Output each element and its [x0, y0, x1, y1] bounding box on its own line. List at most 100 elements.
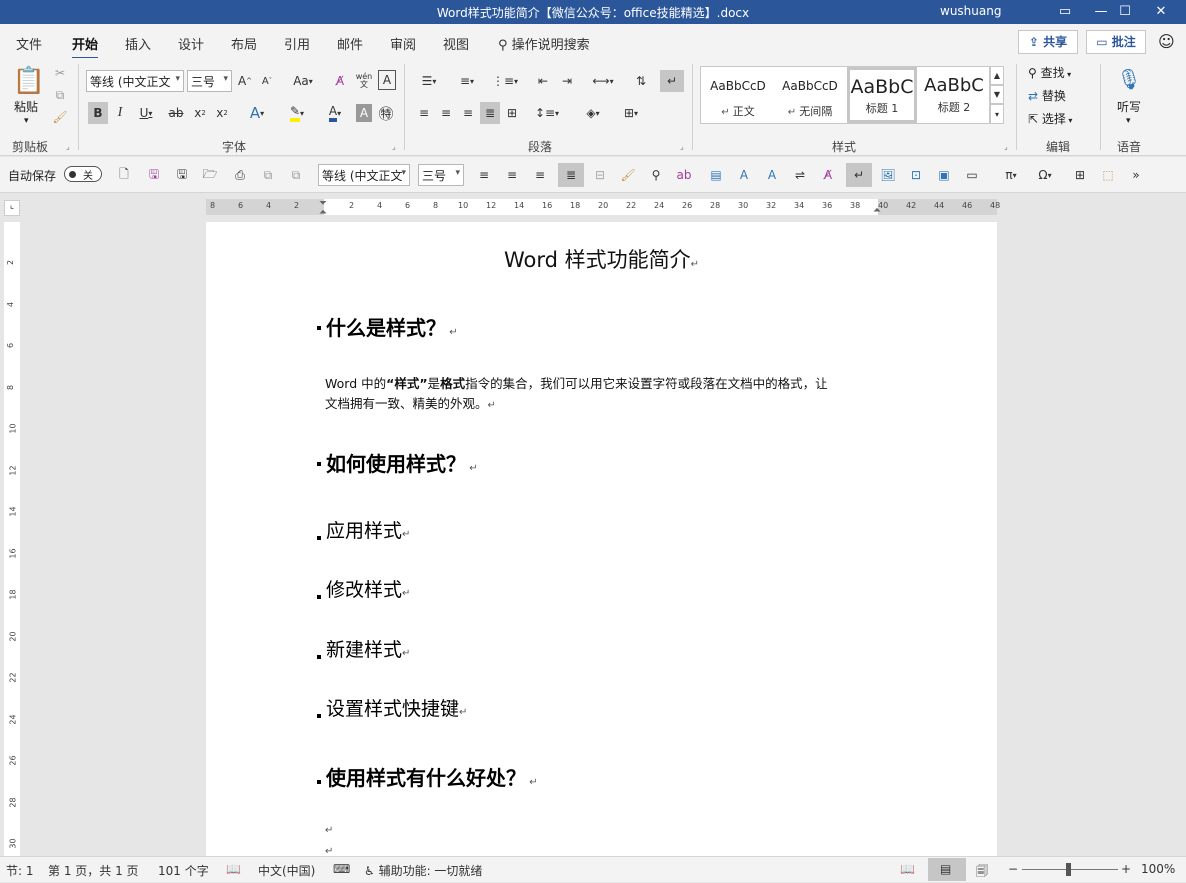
char-shading-icon[interactable]: A [356, 104, 372, 122]
strikethrough-icon[interactable]: ab [166, 102, 186, 124]
highlight-color-icon[interactable]: ✎ ▾ [280, 102, 314, 124]
qat-align-right-icon[interactable]: ≡ [530, 165, 550, 185]
right-indent-marker[interactable]: ⏶ [873, 205, 881, 216]
ribbon-display-icon[interactable]: ▭ [1050, 2, 1080, 22]
chinese-layout-icon[interactable]: ⟷ ▾ [586, 70, 620, 92]
numbering-icon[interactable]: ≡ ▾ [450, 70, 484, 92]
body-paragraph[interactable]: Word 中的“样式”是格式指令的集合，我们可以用它来设置字符或段落在文档中的格… [325, 374, 885, 416]
open-icon[interactable]: 🗁 [200, 165, 220, 185]
font-size-combo[interactable]: 三号 [187, 70, 232, 92]
document-page[interactable]: Word 样式功能简介↵ 什么是样式？ ↵ Word 中的“样式”是格式指令的集… [206, 222, 997, 862]
qat-equation-icon[interactable]: π ▾ [996, 165, 1026, 185]
web-layout-icon[interactable]: 🗐 [976, 862, 988, 883]
font-color-icon[interactable]: A ▾ [318, 102, 352, 124]
read-mode-icon[interactable]: 📖 [900, 862, 915, 876]
autosave-toggle[interactable]: 关 [64, 166, 102, 182]
qat-frame-icon[interactable]: ⬚ [1098, 165, 1118, 185]
subscript-icon[interactable]: x2 [190, 102, 210, 124]
underline-icon[interactable]: U ▾ [132, 102, 160, 124]
print-layout-icon[interactable]: ▤ [940, 862, 951, 876]
paste-label[interactable]: 粘贴 [14, 98, 38, 115]
clipboard-launcher-icon[interactable]: ⌟ [66, 142, 70, 151]
copy-icon[interactable]: ⧉ [52, 86, 68, 104]
undo-icon[interactable]: ⧉ [258, 165, 278, 185]
cut-icon[interactable]: ✂ [52, 64, 68, 82]
heading-how-to-use[interactable]: 如何使用样式？ ↵ [317, 448, 478, 477]
qat-picture-icon[interactable]: 🖼 [878, 165, 898, 185]
style-no-spacing[interactable]: AaBbCcD ↵ 无间隔 [775, 69, 845, 121]
qat-replace-icon[interactable]: ab [674, 165, 694, 185]
justify-icon[interactable]: ≣ [480, 102, 500, 124]
subheading-modify-style[interactable]: 修改样式↵ [317, 575, 410, 602]
qat-textframe-icon[interactable]: ⊡ [906, 165, 926, 185]
new-doc-icon[interactable]: 🗋 [114, 165, 134, 185]
align-center-icon[interactable]: ≡ [436, 102, 456, 124]
shrink-font-icon[interactable]: Aˇ [258, 70, 276, 92]
zoom-in-icon[interactable]: + [1121, 862, 1131, 876]
close-icon[interactable]: ✕ [1146, 2, 1176, 22]
shading-icon[interactable]: ◈ ▾ [576, 102, 610, 124]
page-indicator[interactable]: 第 1 页，共 1 页 [48, 862, 139, 879]
section-indicator[interactable]: 节: 1 [6, 862, 34, 879]
sort-icon[interactable]: ⇅ [630, 70, 652, 92]
qat-screen-icon[interactable]: ▭ [962, 165, 982, 185]
tab-references[interactable]: 引用 [284, 34, 310, 53]
qat-align-center-icon[interactable]: ≡ [502, 165, 522, 185]
qat-table-icon[interactable]: ⊞ [1070, 165, 1090, 185]
qat-format-painter-icon[interactable]: 🖌 [618, 165, 638, 185]
smiley-feedback-icon[interactable]: ☺ [1158, 32, 1175, 51]
decrease-indent-icon[interactable]: ⇤ [532, 70, 554, 92]
print-preview-icon[interactable]: ⎙ [230, 165, 250, 185]
zoom-slider-thumb[interactable] [1066, 863, 1071, 876]
microphone-icon[interactable]: 🎙 [1116, 64, 1141, 94]
align-right-icon[interactable]: ≡ [458, 102, 478, 124]
language-indicator[interactable]: 中文(中国) [258, 862, 315, 879]
heading-benefits[interactable]: 使用样式有什么好处？ ↵ [317, 762, 538, 791]
maximize-icon[interactable]: ☐ [1110, 2, 1140, 22]
qat-font-color-icon[interactable]: A [762, 165, 782, 185]
qat-text-effect-icon[interactable]: A [734, 165, 754, 185]
zoom-out-icon[interactable]: − [1008, 862, 1018, 876]
distributed-icon[interactable]: ⊞ [502, 102, 522, 124]
style-heading-1[interactable]: AaBbC 标题 1 [847, 67, 917, 123]
hanging-indent-marker[interactable]: ⏶ [319, 207, 327, 218]
zoom-level[interactable]: 100% [1141, 862, 1175, 876]
qat-font-combo[interactable]: 等线 (中文正文 [318, 164, 410, 186]
paragraph-launcher-icon[interactable]: ⌟ [680, 142, 684, 151]
align-left-icon[interactable]: ≡ [414, 102, 434, 124]
qat-wrap-icon[interactable]: ⇌ [790, 165, 810, 185]
vertical-ruler[interactable]: 2 4 6 8 10 12 14 16 18 20 22 24 26 28 30 [4, 222, 20, 856]
superscript-icon[interactable]: x2 [212, 102, 232, 124]
user-name[interactable]: wushuang [940, 4, 1001, 18]
ime-icon[interactable]: ⌨ [333, 862, 350, 876]
qat-justify-icon[interactable]: ≣ [558, 163, 584, 187]
redo-icon[interactable]: ⧉ [286, 165, 306, 185]
text-effects-icon[interactable]: A ▾ [242, 102, 272, 124]
styles-launcher-icon[interactable]: ⌟ [1004, 142, 1008, 151]
increase-indent-icon[interactable]: ⇥ [556, 70, 578, 92]
format-painter-icon[interactable]: 🖌 [52, 108, 68, 126]
tab-selector[interactable]: ⌞ [4, 200, 20, 216]
document-title[interactable]: Word 样式功能简介↵ [206, 244, 997, 274]
tab-home[interactable]: 开始 [72, 34, 99, 60]
save-icon[interactable]: 🖫 [172, 165, 192, 185]
clear-format-icon[interactable]: A̸ [330, 70, 350, 92]
subheading-new-style[interactable]: 新建样式↵ [317, 635, 410, 662]
change-case-button[interactable]: Aa ▾ [286, 70, 320, 92]
qat-size-combo[interactable]: 三号 [418, 164, 464, 186]
bullets-icon[interactable]: ☰ ▾ [412, 70, 446, 92]
tab-layout[interactable]: 布局 [231, 34, 257, 53]
qat-show-marks-icon[interactable]: ↵ [846, 163, 872, 187]
horizontal-ruler[interactable]: 8642 2 4 6 8 10 12 14 16 18 20 22 24 26 28 30 32 34 36 38 4… [206, 198, 1000, 218]
qat-more-icon[interactable]: » [1128, 165, 1144, 185]
comments-button[interactable]: ▭ 批注 [1086, 30, 1146, 54]
replace-button[interactable]: ⇄ 替换 [1028, 87, 1066, 104]
tab-review[interactable]: 审阅 [390, 34, 416, 53]
show-marks-icon[interactable]: ↵ [660, 70, 684, 92]
styles-scroll-up-icon[interactable]: ▲ [990, 66, 1004, 85]
font-launcher-icon[interactable]: ⌟ [392, 142, 396, 151]
subheading-style-shortcut[interactable]: 设置样式快捷键↵ [317, 694, 467, 721]
qat-textbox-icon[interactable]: ▤ [706, 165, 726, 185]
qat-shape-icon[interactable]: ▣ [934, 165, 954, 185]
multilevel-list-icon[interactable]: ⋮≡ ▾ [488, 70, 522, 92]
